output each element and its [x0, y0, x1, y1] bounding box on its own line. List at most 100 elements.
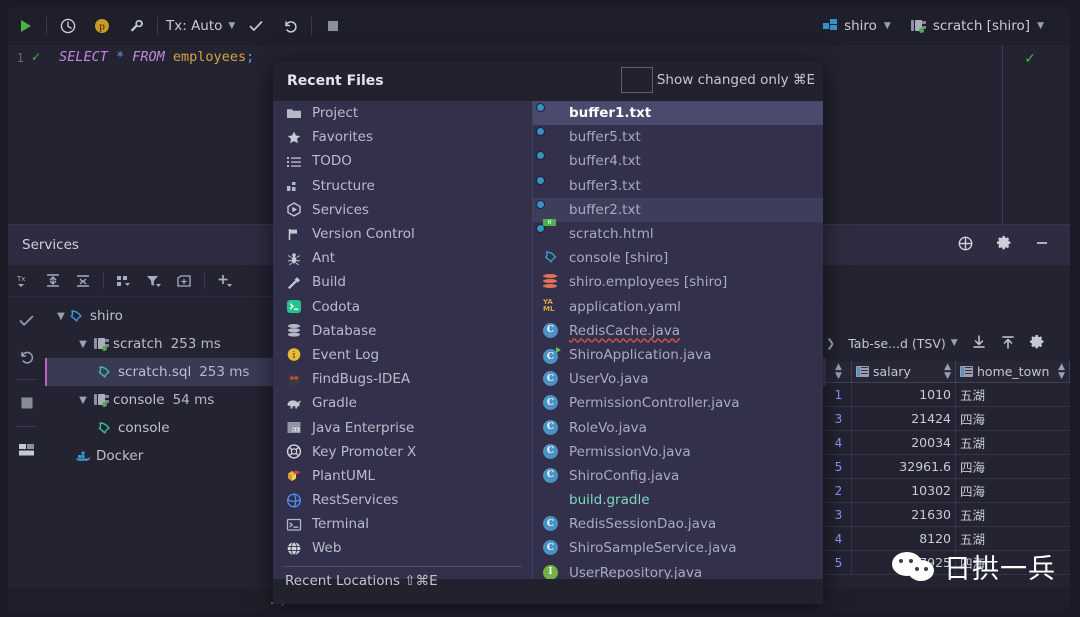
sort-icon[interactable]: ▲▼: [1058, 363, 1065, 381]
output-format-dropdown[interactable]: Tab-se...d (TSV) ▼: [848, 336, 958, 351]
recent-file-item[interactable]: buffer1.txt: [533, 101, 823, 125]
tool-window-item-database[interactable]: Database: [273, 319, 532, 343]
collapse-all-icon[interactable]: [68, 265, 98, 297]
recent-locations-item[interactable]: Recent Locations ⇧⌘E: [273, 567, 532, 595]
tool-window-item-todo[interactable]: TODO: [273, 149, 532, 173]
cell-home-town[interactable]: 五湖: [956, 431, 1070, 454]
gear-icon[interactable]: [1029, 334, 1045, 353]
show-changed-only-checkbox[interactable]: [621, 67, 653, 93]
tool-window-item-project[interactable]: Project: [273, 101, 532, 125]
column-header-salary[interactable]: salary ▲▼: [852, 361, 956, 382]
grid-row[interactable]: 57925四海: [826, 551, 1070, 575]
rollback-icon[interactable]: [8, 339, 45, 373]
target-icon[interactable]: [957, 235, 974, 256]
tool-window-item-favorites[interactable]: Favorites: [273, 125, 532, 149]
result-grid[interactable]: ▲▼ salary ▲▼ home_town ▲▼ 11010五湖321424四…: [826, 361, 1070, 599]
recent-file-item[interactable]: CUserVo.java: [533, 367, 823, 391]
layout-icon[interactable]: [8, 433, 45, 467]
run-play-icon[interactable]: [8, 6, 42, 45]
grid-row[interactable]: 321424四海: [826, 407, 1070, 431]
recent-file-item[interactable]: console [shiro]: [533, 246, 823, 270]
tool-window-item-gradle[interactable]: Gradle: [273, 391, 532, 415]
recent-file-item[interactable]: CPermissionVo.java: [533, 440, 823, 464]
chevron-down-icon[interactable]: ▼: [75, 339, 91, 350]
grid-row[interactable]: 11010五湖: [826, 383, 1070, 407]
tool-window-item-plantuml[interactable]: PlantUML: [273, 464, 532, 488]
tool-window-item-services[interactable]: Services: [273, 198, 532, 222]
grid-row[interactable]: 48120五湖: [826, 527, 1070, 551]
filter-icon[interactable]: [139, 265, 169, 297]
cell-salary[interactable]: 21630: [852, 503, 956, 526]
recent-file-item[interactable]: buffer5.txt: [533, 125, 823, 149]
recent-file-item[interactable]: CRoleVo.java: [533, 415, 823, 439]
tool-window-item-version-control[interactable]: Version Control: [273, 222, 532, 246]
upload-icon[interactable]: [1000, 334, 1016, 353]
tool-window-item-terminal[interactable]: Terminal: [273, 512, 532, 536]
grid-row[interactable]: 532961.6四海: [826, 455, 1070, 479]
recent-file-item[interactable]: buffer4.txt: [533, 149, 823, 173]
grid-row[interactable]: 321630五湖: [826, 503, 1070, 527]
tool-window-item-ant[interactable]: Ant: [273, 246, 532, 270]
history-clock-icon[interactable]: [51, 6, 85, 45]
cell-home-town[interactable]: 四海: [956, 455, 1070, 478]
cell-salary[interactable]: 8120: [852, 527, 956, 550]
recent-file-item[interactable]: CShiroConfig.java: [533, 464, 823, 488]
sort-icon[interactable]: ▲▼: [944, 363, 951, 381]
chevron-right-icon[interactable]: ❯: [826, 337, 835, 350]
cell-salary[interactable]: 10302: [852, 479, 956, 502]
recent-file-item[interactable]: CPermissionController.java: [533, 391, 823, 415]
cell-salary[interactable]: 1010: [852, 383, 956, 406]
tool-window-item-findbugs-idea[interactable]: FindBugs-IDEA: [273, 367, 532, 391]
cell-home-town[interactable]: 四海: [956, 407, 1070, 430]
column-header-home-town[interactable]: home_town ▲▼: [956, 361, 1070, 382]
recent-files-list[interactable]: buffer1.txtbuffer5.txtbuffer4.txtbuffer3…: [533, 101, 823, 579]
cell-salary[interactable]: 21424: [852, 407, 956, 430]
gear-icon[interactable]: [996, 235, 1012, 255]
cell-home-town[interactable]: 四海: [956, 551, 1070, 574]
cell-home-town[interactable]: 五湖: [956, 383, 1070, 406]
cell-home-town[interactable]: 五湖: [956, 503, 1070, 526]
minimize-icon[interactable]: [1034, 235, 1050, 255]
recent-file-item[interactable]: buffer2.txt: [533, 198, 823, 222]
cell-home-town[interactable]: 四海: [956, 479, 1070, 502]
recent-file-item[interactable]: CShiroApplication.java: [533, 343, 823, 367]
tool-window-item-key-promoter-x[interactable]: Key Promoter X: [273, 440, 532, 464]
tool-window-item-java-enterprise[interactable]: EEJava Enterprise: [273, 415, 532, 439]
recent-file-item[interactable]: Hscratch.html: [533, 222, 823, 246]
wrench-icon[interactable]: [119, 6, 153, 45]
tool-window-item-restservices[interactable]: RestServices: [273, 488, 532, 512]
tool-window-item-build[interactable]: Build: [273, 270, 532, 294]
stop-icon[interactable]: [8, 386, 45, 420]
inspection-status-icon[interactable]: ✓: [1024, 51, 1036, 67]
recent-file-item[interactable]: CRedisCache.java: [533, 319, 823, 343]
profiler-icon[interactable]: p: [85, 6, 119, 45]
recent-file-item[interactable]: shiro.employees [shiro]: [533, 270, 823, 294]
chevron-down-icon[interactable]: ▼: [75, 395, 91, 406]
cell-salary[interactable]: 32961.6: [852, 455, 956, 478]
download-icon[interactable]: [971, 334, 987, 353]
cell-home-town[interactable]: 五湖: [956, 527, 1070, 550]
recent-file-item[interactable]: CRedisSessionDao.java: [533, 512, 823, 536]
recent-file-item[interactable]: YAMLapplication.yaml: [533, 295, 823, 319]
transaction-mode-dropdown[interactable]: Tx: Auto ▼: [162, 18, 239, 34]
tool-window-item-event-log[interactable]: iEvent Log: [273, 343, 532, 367]
commit-checkmark-icon[interactable]: [239, 6, 273, 45]
recent-file-item[interactable]: IUserRepository.java: [533, 561, 823, 579]
tool-window-item-codota[interactable]: Codota: [273, 295, 532, 319]
expand-all-icon[interactable]: [38, 265, 68, 297]
tool-window-item-structure[interactable]: Structure: [273, 174, 532, 198]
grid-row[interactable]: 420034五湖: [826, 431, 1070, 455]
cell-salary[interactable]: 20034: [852, 431, 956, 454]
add-tab-icon[interactable]: [169, 265, 199, 297]
recent-file-item[interactable]: buffer3.txt: [533, 174, 823, 198]
show-changed-only-toggle[interactable]: Show changed only ⌘E: [621, 67, 815, 93]
grid-row[interactable]: 210302四海: [826, 479, 1070, 503]
rollback-icon[interactable]: [273, 6, 307, 45]
tool-window-item-web[interactable]: Web: [273, 536, 532, 560]
cell-salary[interactable]: 7925: [852, 551, 956, 574]
stop-square-icon[interactable]: [316, 6, 350, 45]
recent-file-item[interactable]: build.gradle: [533, 488, 823, 512]
group-by-icon[interactable]: [109, 265, 139, 297]
chevron-down-icon[interactable]: ▼: [53, 311, 69, 322]
row-number-header[interactable]: ▲▼: [826, 361, 852, 382]
